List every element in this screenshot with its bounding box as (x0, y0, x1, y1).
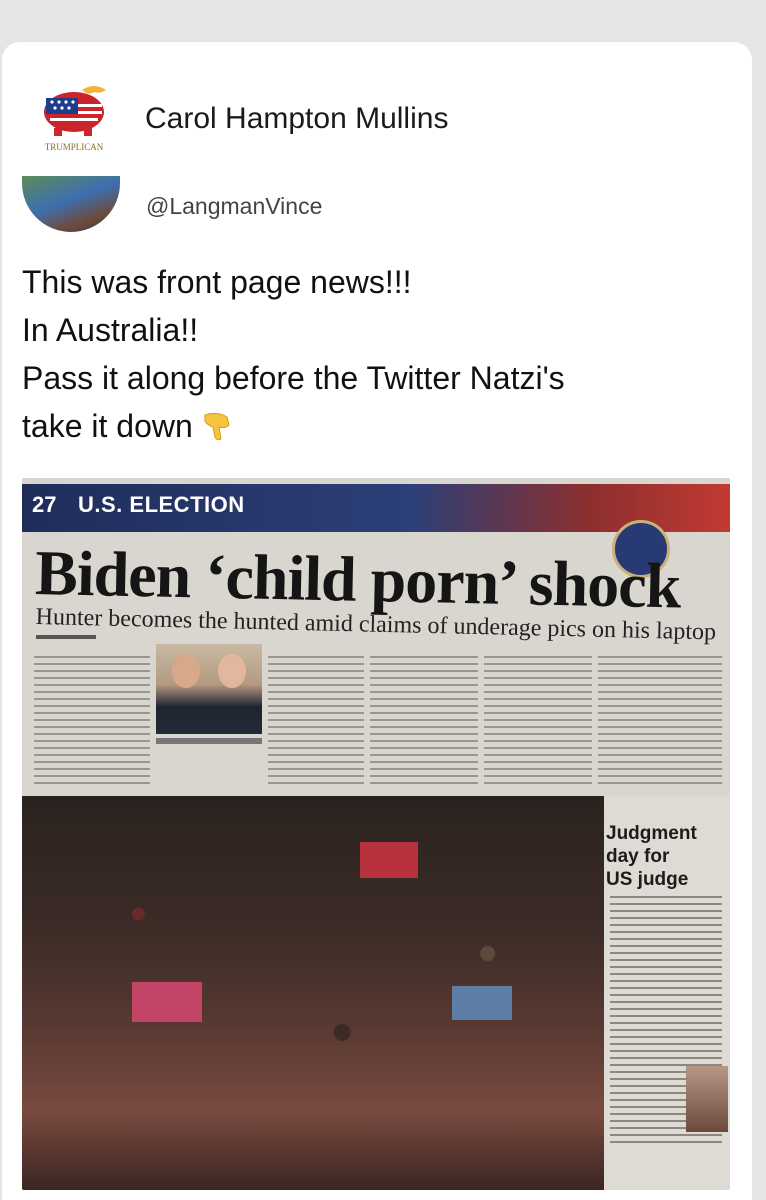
svg-text:TRUMPLICAN: TRUMPLICAN (45, 142, 104, 152)
article-column (598, 656, 722, 786)
biden-photo (156, 644, 262, 734)
section-label: U.S. ELECTION (78, 492, 245, 517)
newspaper-photo[interactable]: 27 U.S. ELECTION Biden ‘child porn’ shoc… (22, 478, 730, 1190)
tweet-line-last: take it down (22, 402, 722, 450)
article-column (370, 656, 478, 786)
author-name[interactable]: Carol Hampton Mullins (145, 102, 448, 136)
byline (36, 635, 96, 639)
face (172, 654, 200, 688)
rally-crowd-photo (22, 796, 604, 1190)
rally-sign (452, 986, 512, 1020)
tweet-text: This was front page news!!! In Australia… (22, 258, 722, 450)
sidebar-photo (686, 1066, 728, 1132)
photo-caption (156, 738, 262, 744)
sidebar-headline: Judgment day for US judge (606, 822, 726, 891)
tweet-line: This was front page news!!! (22, 264, 412, 300)
face (218, 654, 246, 688)
tweet-line: take it down (22, 408, 193, 444)
sidebar-headline-line: day for (606, 846, 670, 867)
trumplican-logo-icon[interactable]: TRUMPLICAN (38, 80, 112, 158)
rally-sign (360, 842, 418, 878)
article-column (484, 656, 592, 786)
pointing-down-hand-icon (204, 412, 230, 441)
tweet-line: Pass it along before the Twitter Natzi's (22, 360, 565, 396)
sidebar-headline-line: US judge (606, 869, 689, 890)
rally-sign (132, 982, 202, 1022)
sidebar-headline-line: Judgment (606, 823, 697, 844)
tweet-line: In Australia!! (22, 312, 199, 348)
article-column (34, 656, 150, 786)
page-number: 27 (32, 492, 57, 517)
retweet-handle[interactable]: @LangmanVince (146, 193, 322, 220)
article-column (268, 656, 364, 786)
